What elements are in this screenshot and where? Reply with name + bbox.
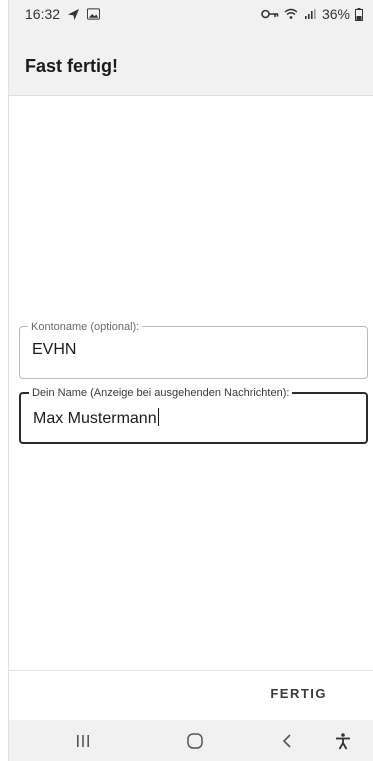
your-name-label: Dein Name (Anzeige bei ausgehenden Nachr… xyxy=(29,386,293,400)
page-title: Fast fertig! xyxy=(25,56,119,76)
recent-apps-icon[interactable] xyxy=(69,728,97,754)
battery-percentage: 36% xyxy=(321,6,350,22)
home-icon[interactable] xyxy=(181,728,209,754)
status-right: 36% xyxy=(261,6,363,22)
account-name-label: Kontoname (optional): xyxy=(28,320,143,334)
wifi-icon xyxy=(284,7,298,21)
send-icon xyxy=(66,7,80,21)
text-cursor xyxy=(157,408,159,426)
account-name-field[interactable]: Kontoname (optional): EVHN xyxy=(19,320,368,379)
image-icon xyxy=(86,7,100,21)
your-name-value-wrap: Max Mustermann xyxy=(33,408,159,428)
your-name-field[interactable]: Dein Name (Anzeige bei ausgehenden Nachr… xyxy=(19,386,368,444)
top-bar: 16:32 36% Fast fertig! xyxy=(9,0,373,96)
battery-icon xyxy=(355,7,363,21)
bottom-divider xyxy=(9,670,373,671)
signal-icon xyxy=(303,7,317,21)
done-button[interactable]: FERTIG xyxy=(270,686,327,701)
account-name-value: EVHN xyxy=(32,341,77,358)
key-icon xyxy=(261,7,279,21)
status-left: 16:32 xyxy=(25,6,100,22)
phone-screen: 16:32 36% Fast fertig! Kontoname (option… xyxy=(8,0,373,761)
your-name-value: Max Mustermann xyxy=(33,410,157,427)
status-bar: 16:32 36% xyxy=(9,0,373,28)
navigation-bar xyxy=(9,720,373,761)
accessibility-icon[interactable] xyxy=(329,728,357,754)
status-time: 16:32 xyxy=(25,6,61,22)
back-icon[interactable] xyxy=(273,728,301,754)
